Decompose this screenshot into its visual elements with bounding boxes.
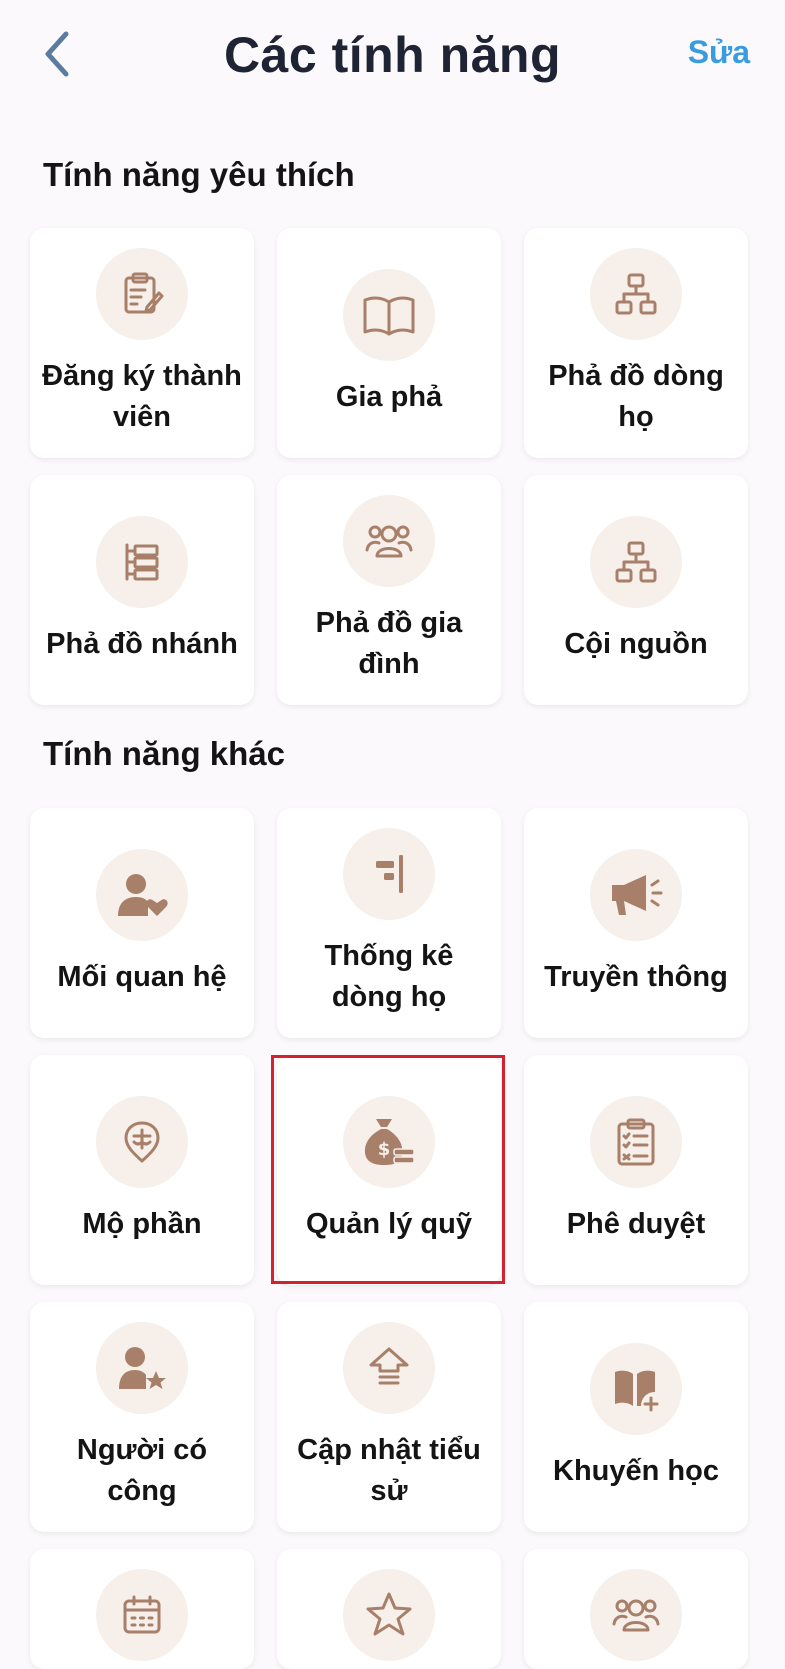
feature-label: Phả đồ gia đình bbox=[315, 607, 463, 680]
section-title-others: Tính năng khác bbox=[43, 735, 286, 772]
grave-marker-icon bbox=[96, 1095, 188, 1188]
statistics-icon bbox=[343, 828, 435, 920]
svg-text:$: $ bbox=[378, 1139, 391, 1160]
feature-label: Người có công bbox=[76, 1434, 208, 1507]
upload-arrow-icon bbox=[343, 1322, 435, 1414]
feature-label: Cội nguồn bbox=[564, 627, 708, 660]
page-title: Các tính năng bbox=[223, 27, 562, 83]
feature-label: Khuyến học bbox=[553, 1454, 719, 1487]
feature-study-encouragement[interactable]: Khuyến học bbox=[524, 1302, 748, 1532]
hierarchy-icon bbox=[590, 248, 682, 340]
feature-branch-tree[interactable]: Phả đồ nhánh bbox=[30, 475, 254, 705]
feature-label: Phả đồ dòng họ bbox=[548, 360, 724, 433]
feature-graves[interactable]: Mộ phần bbox=[30, 1055, 254, 1285]
clipboard-edit-icon bbox=[96, 248, 188, 340]
others-grid: Mối quan hệ Thống kê dòng họ Truyền thôn… bbox=[30, 808, 749, 1669]
feature-update-biography[interactable]: Cập nhật tiểu sử bbox=[277, 1302, 501, 1532]
user-heart-icon bbox=[96, 848, 188, 941]
feature-family-tree[interactable]: Phả đồ gia đình bbox=[277, 475, 501, 705]
megaphone-icon bbox=[590, 848, 682, 941]
feature-label: Mộ phần bbox=[82, 1207, 202, 1240]
star-icon bbox=[343, 1569, 435, 1661]
branch-list-icon bbox=[96, 515, 188, 608]
family-group-icon bbox=[590, 1569, 682, 1661]
feature-label: Cập nhật tiểu sử bbox=[297, 1434, 481, 1507]
calendar-icon bbox=[96, 1569, 188, 1661]
edit-button[interactable]: Sửa bbox=[688, 34, 750, 71]
feature-calendar[interactable] bbox=[30, 1549, 254, 1669]
favorites-grid: Đăng ký thành viên Gia phả Phả đồ dòng h… bbox=[30, 228, 749, 705]
checklist-icon bbox=[590, 1095, 682, 1188]
feature-label: Quản lý quỹ bbox=[306, 1207, 472, 1240]
family-group-icon bbox=[343, 495, 435, 587]
feature-clan-tree[interactable]: Phả đồ dòng họ bbox=[524, 228, 748, 458]
open-book-icon bbox=[343, 268, 435, 361]
feature-label: Phê duyệt bbox=[566, 1207, 706, 1240]
feature-label: Thống kê dòng họ bbox=[324, 940, 454, 1013]
money-bag-icon: $ bbox=[343, 1095, 435, 1188]
feature-label: Đăng ký thành viên bbox=[42, 360, 242, 433]
feature-label: Phả đồ nhánh bbox=[46, 627, 238, 660]
header: Các tính năng Sửa bbox=[0, 0, 785, 120]
feature-label: Gia phả bbox=[335, 380, 443, 413]
feature-approval[interactable]: Phê duyệt bbox=[524, 1055, 748, 1285]
feature-communication[interactable]: Truyền thông bbox=[524, 808, 748, 1038]
book-plus-icon bbox=[590, 1342, 682, 1435]
feature-genealogy[interactable]: Gia phả bbox=[277, 228, 501, 458]
feature-origins[interactable]: Cội nguồn bbox=[524, 475, 748, 705]
feature-contributors[interactable]: Người có công bbox=[30, 1302, 254, 1532]
hierarchy-icon bbox=[590, 515, 682, 608]
feature-star[interactable] bbox=[277, 1549, 501, 1669]
feature-label: Truyền thông bbox=[544, 960, 728, 993]
section-title-favorites: Tính năng yêu thích bbox=[43, 156, 355, 193]
feature-family-group[interactable] bbox=[524, 1549, 748, 1669]
feature-clan-statistics[interactable]: Thống kê dòng họ bbox=[277, 808, 501, 1038]
feature-fund-management[interactable]: $ Quản lý quỹ bbox=[277, 1055, 501, 1285]
user-star-icon bbox=[96, 1322, 188, 1414]
feature-member-registration[interactable]: Đăng ký thành viên bbox=[30, 228, 254, 458]
feature-relationships[interactable]: Mối quan hệ bbox=[30, 808, 254, 1038]
feature-label: Mối quan hệ bbox=[57, 960, 227, 993]
